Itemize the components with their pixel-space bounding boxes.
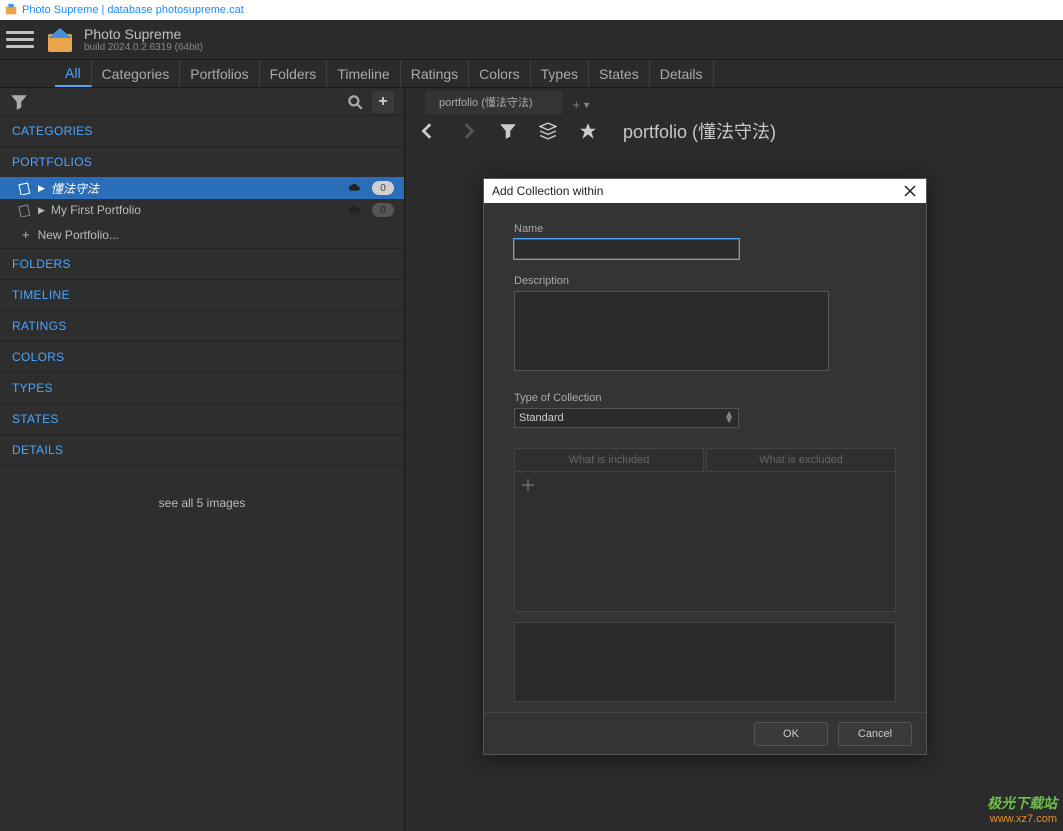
nav-tab-colors[interactable]: Colors	[469, 60, 530, 87]
breadcrumb-title: portfolio (懂法守法)	[623, 118, 776, 144]
new-portfolio-button[interactable]: + New Portfolio...	[0, 221, 404, 248]
dialog-title-text: Add Collection within	[492, 184, 603, 198]
section-folders[interactable]: FOLDERS	[0, 249, 404, 279]
count-badge: 0	[372, 181, 394, 195]
search-icon[interactable]	[346, 93, 364, 111]
section-states[interactable]: STATES	[0, 404, 404, 434]
nav-tab-states[interactable]: States	[589, 60, 650, 87]
portfolio-icon	[18, 181, 32, 195]
app-icon	[4, 3, 18, 17]
portfolio-icon	[18, 203, 32, 217]
excluded-tab[interactable]: What is excluded	[706, 448, 896, 472]
name-label: Name	[514, 223, 896, 235]
app-logo-icon	[44, 24, 76, 56]
nav-tabs: All Categories Portfolios Folders Timeli…	[0, 60, 1063, 88]
section-types[interactable]: TYPES	[0, 373, 404, 403]
app-header: Photo Supreme build 2024.0.2.6319 (64bit…	[0, 20, 1063, 60]
rules-panel	[514, 472, 896, 612]
dialog-titlebar: Add Collection within	[484, 179, 926, 203]
layers-icon[interactable]	[539, 122, 557, 140]
sidebar-toolbar: +	[0, 88, 404, 116]
close-button[interactable]	[902, 183, 918, 199]
filter-icon[interactable]	[499, 122, 517, 140]
add-rule-icon[interactable]	[521, 478, 535, 492]
see-all-link[interactable]: see all 5 images	[0, 466, 404, 518]
section-categories[interactable]: CATEGORIES	[0, 116, 404, 146]
section-portfolios[interactable]: PORTFOLIOS	[0, 147, 404, 177]
nav-tab-folders[interactable]: Folders	[260, 60, 328, 87]
ok-button[interactable]: OK	[754, 722, 828, 746]
type-label: Type of Collection	[514, 392, 896, 404]
include-exclude-tabs: What is included What is excluded	[514, 448, 896, 472]
preview-panel	[514, 622, 896, 702]
app-build: build 2024.0.2.6319 (64bit)	[84, 42, 203, 53]
app-name: Photo Supreme	[84, 26, 203, 42]
add-collection-dialog: Add Collection within Name Description T…	[483, 178, 927, 755]
star-icon[interactable]	[579, 122, 597, 140]
cloud-icon	[348, 183, 362, 193]
filter-icon[interactable]	[10, 93, 28, 111]
nav-tab-all[interactable]: All	[55, 60, 92, 87]
section-timeline[interactable]: TIMELINE	[0, 280, 404, 310]
nav-tab-types[interactable]: Types	[531, 60, 589, 87]
window-titlebar: Photo Supreme | database photosupreme.ca…	[0, 0, 1063, 20]
forward-icon[interactable]	[459, 122, 477, 140]
portfolio-label: 懂法守法	[51, 180, 342, 197]
content-toolbar: portfolio (懂法守法)	[405, 114, 1063, 148]
close-icon	[904, 185, 916, 197]
portfolio-item[interactable]: ▶ 懂法守法 0	[0, 177, 404, 199]
section-colors[interactable]: COLORS	[0, 342, 404, 372]
cloud-icon	[348, 205, 362, 215]
new-portfolio-label: New Portfolio...	[38, 228, 119, 242]
expand-arrow-icon: ▶	[38, 183, 45, 194]
description-input[interactable]	[514, 291, 829, 371]
portfolio-label: My First Portfolio	[51, 203, 342, 217]
select-arrows-icon: ▲▼	[724, 412, 734, 424]
document-tab[interactable]: portfolio (懂法守法)	[425, 90, 563, 114]
cancel-button[interactable]: Cancel	[838, 722, 912, 746]
document-tab-strip: portfolio (懂法守法) +▼	[405, 88, 1063, 114]
nav-tab-ratings[interactable]: Ratings	[401, 60, 469, 87]
portfolio-item[interactable]: ▶ My First Portfolio 0	[0, 199, 404, 221]
nav-tab-details[interactable]: Details	[650, 60, 714, 87]
back-icon[interactable]	[419, 122, 437, 140]
name-input[interactable]	[514, 239, 739, 259]
header-text: Photo Supreme build 2024.0.2.6319 (64bit…	[84, 26, 203, 53]
count-badge: 0	[372, 203, 394, 217]
plus-icon: +	[22, 227, 30, 242]
dialog-body: Name Description Type of Collection Stan…	[484, 203, 926, 712]
add-tab-button[interactable]: +▼	[567, 95, 598, 114]
dialog-footer: OK Cancel	[484, 712, 926, 754]
sidebar: + CATEGORIES PORTFOLIOS ▶ 懂法守法 0 ▶ My Fi…	[0, 88, 405, 831]
included-tab[interactable]: What is included	[514, 448, 704, 472]
description-label: Description	[514, 275, 896, 287]
section-details[interactable]: DETAILS	[0, 435, 404, 465]
menu-hamburger-icon[interactable]	[6, 26, 34, 54]
nav-tab-portfolios[interactable]: Portfolios	[180, 60, 259, 87]
section-ratings[interactable]: RATINGS	[0, 311, 404, 341]
type-select[interactable]: Standard ▲▼	[514, 408, 739, 428]
expand-arrow-icon: ▶	[38, 205, 45, 216]
add-button[interactable]: +	[372, 91, 394, 113]
nav-tab-categories[interactable]: Categories	[92, 60, 181, 87]
window-title: Photo Supreme | database photosupreme.ca…	[22, 4, 244, 16]
nav-tab-timeline[interactable]: Timeline	[327, 60, 400, 87]
type-value: Standard	[519, 412, 564, 424]
